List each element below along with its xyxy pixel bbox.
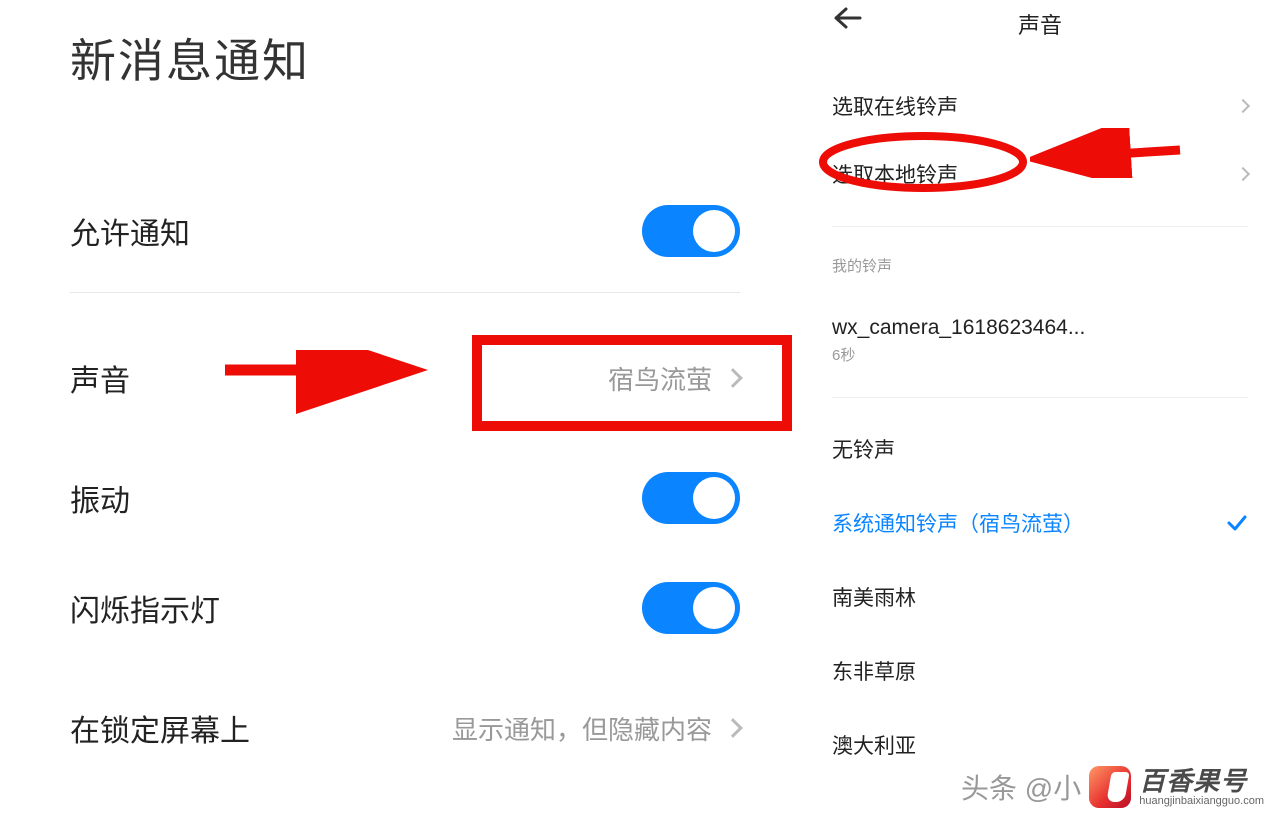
opt2-label: 东非草原 (832, 656, 1248, 686)
row-vibrate: 振动 (70, 443, 740, 553)
system-label: 系统通知铃声（宿鸟流萤） (832, 508, 1084, 538)
watermark: 头条 @小 百香果号 huangjinbaixiangguo.com (961, 766, 1264, 808)
lockscreen-value: 显示通知，但隐藏内容 (452, 710, 740, 747)
watermark-head-text: 头条 @小 (961, 767, 1081, 807)
ringtone-option-1[interactable]: 南美雨林 (832, 560, 1248, 634)
sound-title: 声音 (1018, 8, 1062, 40)
notification-settings-panel: 新消息通知 允许通知 声音 宿鸟流萤 振动 闪烁指示灯 在锁定屏幕上 显示通知，… (0, 0, 800, 816)
chevron-right-icon (1236, 167, 1250, 181)
my-ringtone-duration: 6秒 (832, 344, 1248, 365)
divider (70, 292, 740, 293)
lockscreen-value-text: 显示通知，但隐藏内容 (452, 710, 712, 747)
my-ringtone-name: wx_camera_1618623464... (832, 316, 1248, 340)
sound-picker-panel: 声音 选取在线铃声 选取本地铃声 我的铃声 wx_camera_16186234… (800, 0, 1280, 816)
ringtone-option-2[interactable]: 东非草原 (832, 634, 1248, 708)
watermark-brand: 百香果号 (1139, 768, 1264, 794)
watermark-logo-icon (1089, 766, 1131, 808)
back-arrow-icon (832, 6, 862, 30)
page-title: 新消息通知 (70, 25, 740, 91)
ringtone-option-3[interactable]: 澳大利亚 (832, 708, 1248, 760)
chevron-right-icon (723, 718, 743, 738)
ringtone-none[interactable]: 无铃声 (832, 398, 1248, 486)
allow-label: 允许通知 (70, 209, 190, 253)
online-label: 选取在线铃声 (832, 91, 958, 121)
check-icon (1226, 512, 1248, 534)
led-toggle[interactable] (642, 582, 740, 634)
ringtone-system[interactable]: 系统通知铃声（宿鸟流萤） (832, 486, 1248, 560)
chevron-right-icon (723, 368, 743, 388)
back-button[interactable] (832, 6, 862, 35)
divider (832, 226, 1248, 227)
row-online-ringtone[interactable]: 选取在线铃声 (832, 72, 1248, 140)
sound-value-text: 宿鸟流萤 (608, 360, 712, 397)
vibrate-toggle[interactable] (642, 472, 740, 524)
led-label: 闪烁指示灯 (70, 586, 220, 630)
sound-label: 声音 (70, 356, 130, 400)
row-allow-notifications: 允许通知 (70, 176, 740, 286)
allow-toggle[interactable] (642, 205, 740, 257)
vibrate-label: 振动 (70, 476, 130, 520)
row-local-ringtone[interactable]: 选取本地铃声 (832, 140, 1248, 208)
chevron-right-icon (1236, 99, 1250, 113)
sound-value: 宿鸟流萤 (608, 360, 740, 397)
row-lockscreen[interactable]: 在锁定屏幕上 显示通知，但隐藏内容 (70, 663, 740, 793)
opt3-label: 澳大利亚 (832, 730, 1248, 760)
my-ringtone-item[interactable]: wx_camera_1618623464... 6秒 (832, 294, 1248, 387)
row-sound[interactable]: 声音 宿鸟流萤 (70, 313, 740, 443)
lockscreen-label: 在锁定屏幕上 (70, 706, 250, 750)
section-my-ringtones: 我的铃声 (832, 255, 1248, 276)
row-led: 闪烁指示灯 (70, 553, 740, 663)
opt1-label: 南美雨林 (832, 582, 1248, 612)
watermark-url: huangjinbaixiangguo.com (1139, 796, 1264, 807)
local-label: 选取本地铃声 (832, 159, 958, 189)
none-label: 无铃声 (832, 434, 1248, 464)
